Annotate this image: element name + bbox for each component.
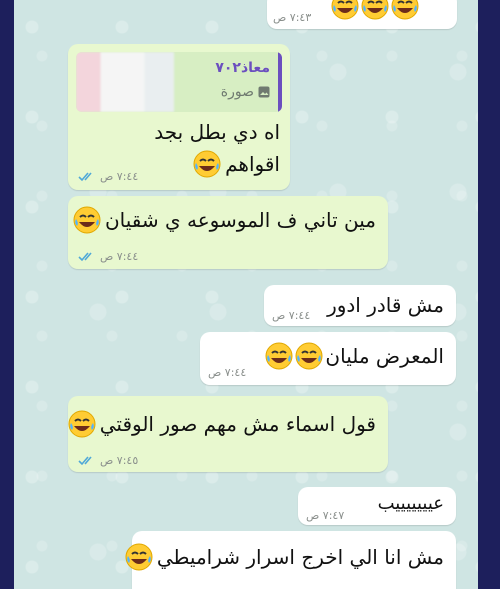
message-bubble[interactable]: عيييييييب ٧:٤٧ ص — [298, 487, 456, 525]
message-bubble[interactable]: قول اسماء مش مهم صور الوقتي ٧:٤٥ ص — [68, 396, 388, 472]
message-text-content: المعرض مليان — [325, 344, 444, 368]
message-time: ٧:٤٤ ص — [272, 309, 310, 322]
message-time: ٧:٤٣ ص — [273, 11, 311, 24]
message-bubble[interactable]: مش انا الي اخرج اسرار شراميطي — [125, 531, 456, 589]
reply-accent-bar — [278, 52, 282, 112]
message-text: قول اسماء مش مهم صور الوقتي — [68, 410, 376, 438]
message-bubble[interactable]: مين تاني ف الموسوعه ي شقيان ٧:٤٤ ص — [68, 196, 388, 269]
double-check-icon — [78, 171, 92, 181]
face-with-tears-of-joy-icon — [361, 0, 389, 20]
message-text: المعرض مليان — [265, 342, 444, 370]
chat-area[interactable]: ٧:٤٣ ص معاذ٧٠٢ صورة اه دي بطل بجد اقواهم… — [14, 0, 478, 589]
message-time: ٧:٤٤ ص — [208, 366, 246, 379]
message-time: ٧:٤٧ ص — [306, 509, 344, 522]
screen-border-left — [0, 0, 14, 589]
time-text: ٧:٤٥ ص — [100, 454, 139, 467]
reply-type: صورة — [221, 84, 270, 100]
message-text-line2: اقواهم — [225, 152, 280, 176]
time-text: ٧:٤٤ ص — [100, 250, 139, 263]
face-with-tears-of-joy-icon — [193, 150, 221, 178]
time-text: ٧:٤٤ ص — [272, 309, 311, 322]
time-text: ٧:٤٧ ص — [306, 509, 345, 522]
double-check-icon — [78, 455, 92, 465]
face-with-tears-of-joy-icon — [265, 342, 293, 370]
reply-type-label: صورة — [220, 84, 254, 100]
reply-photo-thumbnail — [76, 52, 174, 112]
double-check-icon — [78, 251, 92, 261]
message-text: عيييييييب — [377, 493, 444, 514]
message-text-content: مش انا الي اخرج اسرار شراميطي — [156, 545, 444, 569]
message-text-content: مين تاني ف الموسوعه ي شقيان — [104, 208, 376, 232]
face-with-tears-of-joy-icon — [295, 342, 323, 370]
face-with-tears-of-joy-icon — [73, 206, 101, 234]
message-bubble[interactable]: معاذ٧٠٢ صورة اه دي بطل بجد اقواهم ٧:٤٤ ص — [68, 44, 290, 190]
photo-icon — [258, 86, 270, 98]
message-text-content: قول اسماء مش مهم صور الوقتي — [99, 412, 376, 436]
quoted-reply[interactable]: معاذ٧٠٢ صورة — [76, 52, 282, 112]
reply-author: معاذ٧٠٢ — [215, 60, 270, 76]
message-meta: ٧:٤٤ ص — [78, 250, 138, 263]
face-with-tears-of-joy-icon — [391, 0, 419, 20]
message-meta: ٧:٤٥ ص — [78, 454, 138, 467]
message-bubble[interactable]: المعرض مليان ٧:٤٤ ص — [200, 332, 456, 385]
message-text: اقواهم — [193, 150, 280, 178]
message-bubble[interactable]: ٧:٤٣ ص — [267, 0, 457, 29]
message-text: مين تاني ف الموسوعه ي شقيان — [73, 206, 376, 234]
time-text: ٧:٤٤ ص — [208, 366, 247, 379]
message-text: مش انا الي اخرج اسرار شراميطي — [125, 543, 444, 571]
message-text: مش قادر ادور — [327, 293, 444, 317]
time-text: ٧:٤٤ ص — [100, 170, 139, 183]
message-meta: ٧:٤٤ ص — [78, 170, 138, 183]
emoji-row — [331, 0, 419, 20]
time-text: ٧:٤٣ ص — [273, 11, 312, 24]
face-with-tears-of-joy-icon — [331, 0, 359, 20]
screen-border-right — [478, 0, 500, 589]
message-bubble[interactable]: مش قادر ادور ٧:٤٤ ص — [264, 285, 456, 326]
face-with-tears-of-joy-icon — [125, 543, 153, 571]
face-with-tears-of-joy-icon — [68, 410, 96, 438]
message-text: اه دي بطل بجد — [154, 120, 280, 144]
